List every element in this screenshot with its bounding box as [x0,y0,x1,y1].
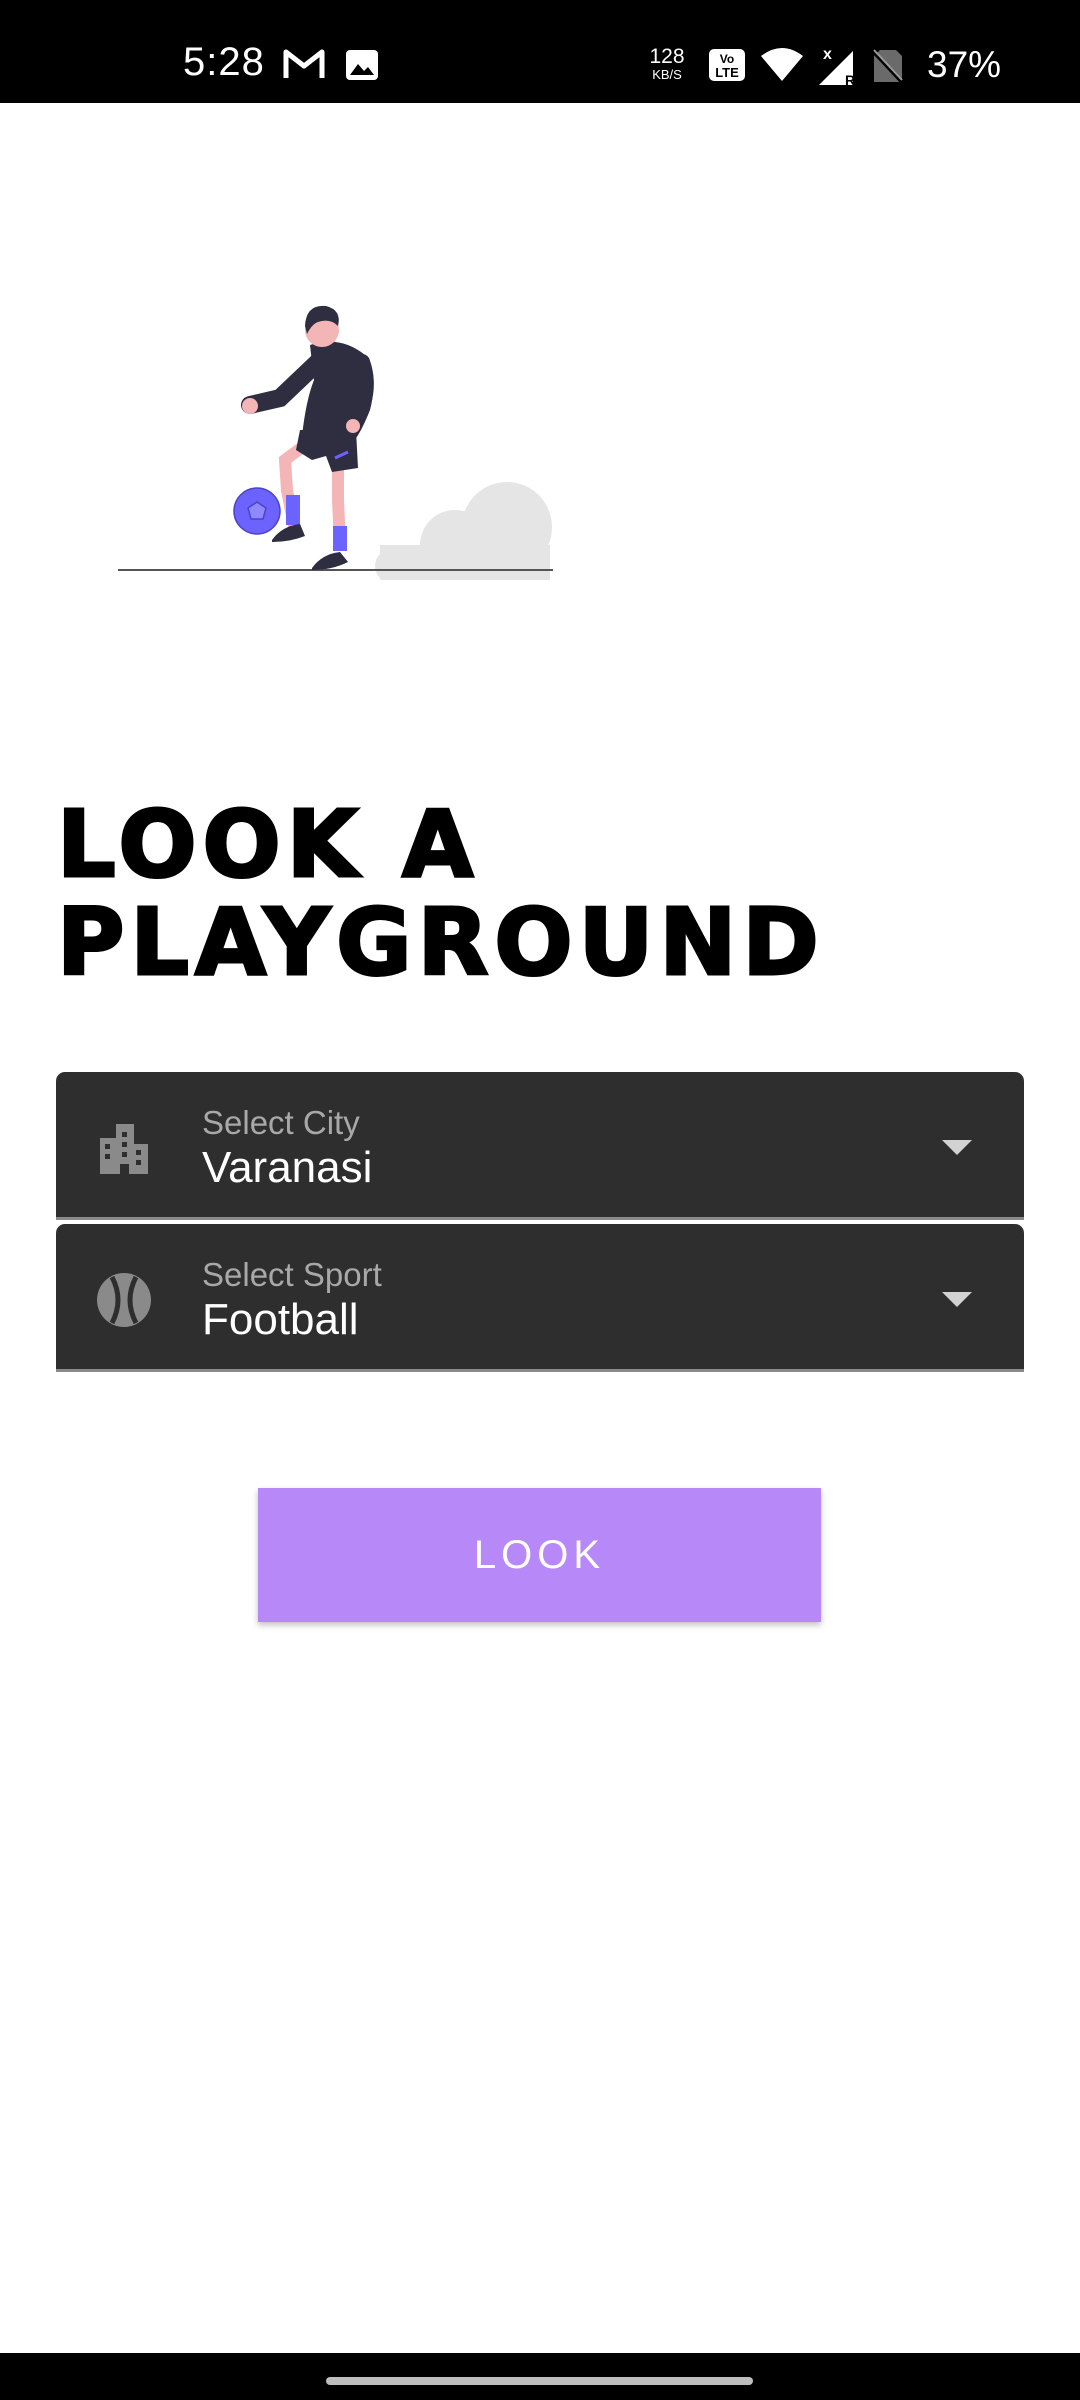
screen: 5:28 128 KB/S Vo LTE x R 37% LOOK A PLAY… [0,0,1080,2400]
network-speed: 128 KB/S [645,46,689,81]
city-select-value: Varanasi [202,1143,373,1192]
football-player-illustration [118,305,553,580]
city-select[interactable]: Select City Varanasi [56,1072,1024,1220]
cloud [375,482,552,580]
volte-icon: Vo LTE [709,49,745,81]
status-bar: 5:28 128 KB/S Vo LTE x R 37% [0,0,1080,103]
wifi-icon [761,48,803,81]
navigation-bar [0,2353,1080,2400]
home-indicator[interactable] [326,2377,753,2385]
sport-select-label: Select Sport [202,1256,382,1293]
page-title: LOOK A PLAYGROUND [56,791,825,996]
gmail-icon [283,49,325,78]
sports-ball-icon [97,1273,151,1327]
no-sim-icon [872,49,904,84]
image-icon [346,50,378,80]
network-speed-value: 128 [649,45,685,68]
chevron-down-icon[interactable] [942,1292,972,1307]
svg-text:LTE: LTE [715,65,739,80]
chevron-down-icon[interactable] [942,1140,972,1155]
city-select-label: Select City [202,1104,360,1141]
svg-text:Vo: Vo [720,52,734,66]
city-icon [100,1124,148,1174]
sport-select-value: Football [202,1295,359,1344]
football [233,487,281,535]
svg-text:R: R [845,72,855,87]
signal-icon: x R [819,46,855,87]
look-button[interactable]: LOOK [258,1488,821,1622]
network-speed-unit: KB/S [652,67,682,82]
sport-select[interactable]: Select Sport Football [56,1224,1024,1372]
battery-percentage: 37% [927,44,1002,85]
svg-text:x: x [823,46,832,63]
status-time: 5:28 [183,40,265,84]
